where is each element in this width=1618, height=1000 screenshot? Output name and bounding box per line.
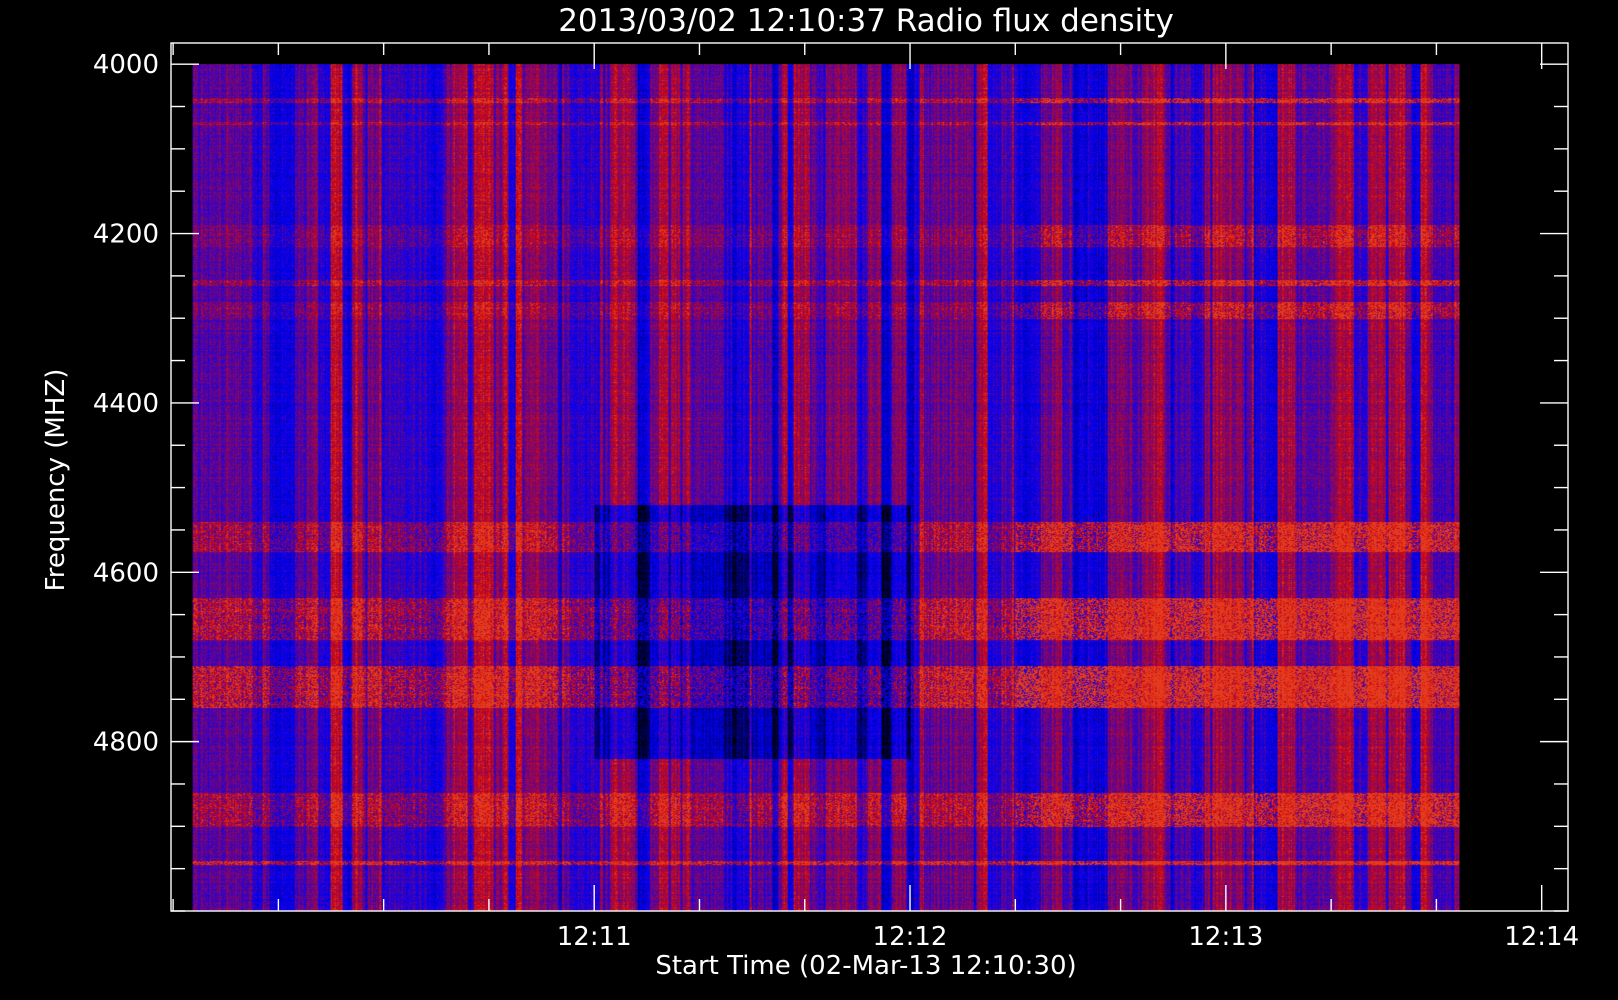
x-tick-label: 12:14 <box>1504 922 1579 952</box>
y-tick-label: 4000 <box>93 50 159 80</box>
y-tick-label: 4400 <box>93 389 159 419</box>
spectrogram-chart: 2013/03/02 12:10:37 Radio flux density 1… <box>0 0 1618 1000</box>
y-axis-label: Frequency (MHZ) <box>41 369 71 592</box>
x-axis-label: Start Time (02-Mar-13 12:10:30) <box>655 951 1076 981</box>
y-tick-label: 4800 <box>93 728 159 758</box>
x-tick-label: 12:12 <box>873 922 948 952</box>
spectrogram-heatmap <box>192 64 1460 912</box>
x-tick-label: 12:11 <box>557 922 632 952</box>
x-tick-label: 12:13 <box>1188 922 1263 952</box>
y-tick-label: 4600 <box>93 558 159 588</box>
chart-title: 2013/03/02 12:10:37 Radio flux density <box>558 3 1174 39</box>
y-tick-label: 4200 <box>93 220 159 250</box>
